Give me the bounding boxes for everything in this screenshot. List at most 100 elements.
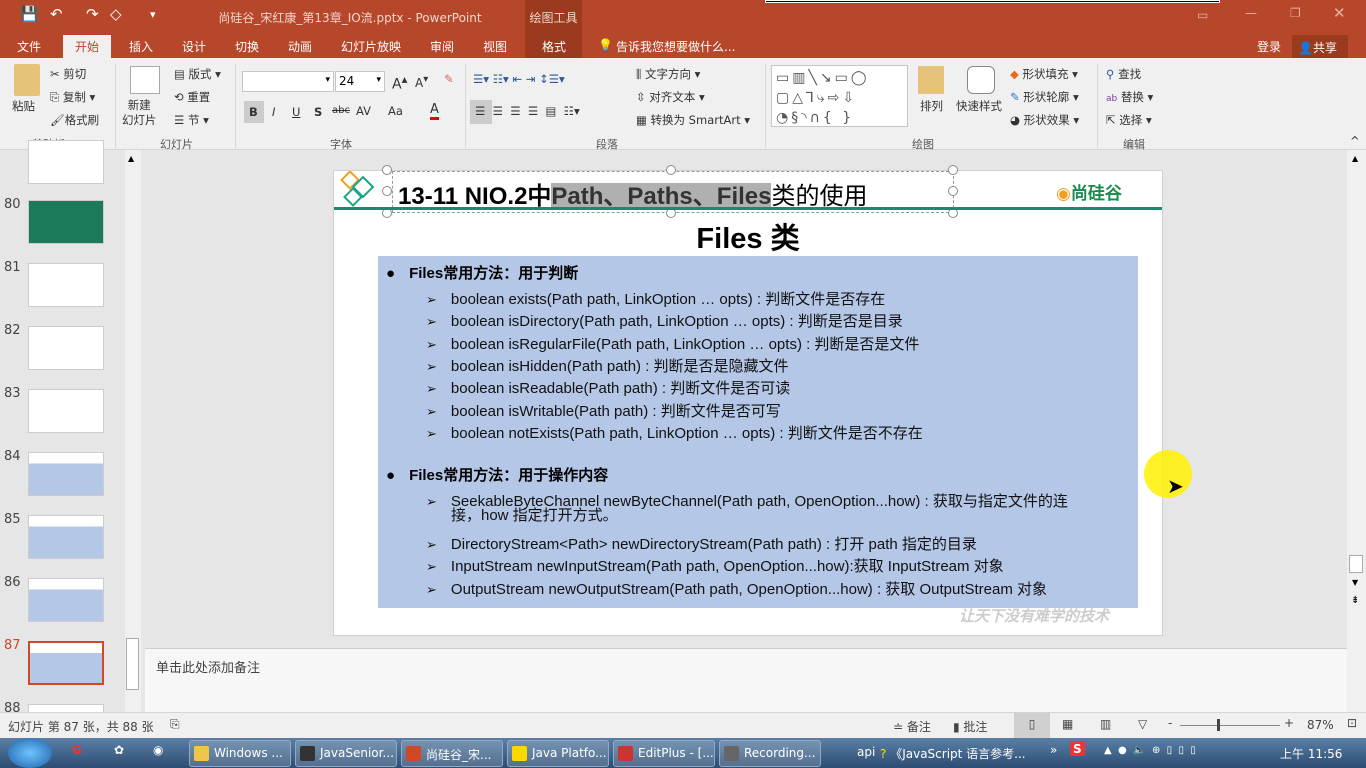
taskbar-item[interactable]: EditPlus - [...	[613, 740, 715, 767]
normal-view-button[interactable]: ▯	[1014, 713, 1050, 738]
slideshow-button[interactable]: ▽	[1138, 717, 1147, 731]
tab-view[interactable]: 视图	[479, 38, 511, 55]
shape-effects-button[interactable]: ◕ 形状效果 ▾	[1010, 112, 1079, 128]
shape-outline-button[interactable]: ✎ 形状轮廓 ▾	[1010, 89, 1079, 105]
new-slide-button[interactable]: 新建 幻灯片	[122, 98, 157, 128]
copy-button[interactable]: ⎘ 复制 ▾	[50, 89, 95, 105]
taskbar-item[interactable]: 尚硅谷_宋...	[401, 740, 503, 767]
ribbon-display-icon[interactable]: ▭	[1197, 8, 1208, 22]
taskbar-item[interactable]: Windows ...	[189, 740, 291, 767]
tab-home[interactable]: 开始	[63, 35, 112, 58]
scroll-down-icon[interactable]: ▼	[1352, 578, 1358, 587]
content-box[interactable]: ● Files常用方法：用于判断 ➢ boolean exists(Path path…	[378, 256, 1138, 608]
taskbar-item[interactable]: Recording...	[719, 740, 821, 767]
cut-button[interactable]: ✂ 剪切	[50, 66, 86, 82]
new-slide-icon[interactable]	[130, 66, 160, 94]
quick-styles-button[interactable]: 快速样式	[956, 98, 1002, 114]
resize-handle[interactable]	[666, 165, 676, 175]
font-size-dropdown[interactable]: 24 ▾	[335, 71, 385, 92]
slide-thumbnail[interactable]	[28, 140, 104, 184]
slide-thumbnail[interactable]	[28, 326, 104, 370]
align-text-button[interactable]: ⇳ 对齐文本 ▾	[636, 89, 705, 105]
overflow-icon[interactable]: »	[1050, 743, 1057, 757]
slide-thumbnail[interactable]	[28, 515, 104, 559]
smartart-button[interactable]: ▦ 转换为 SmartArt ▾	[636, 112, 750, 128]
reset-button[interactable]: ⟲ 重置	[174, 89, 210, 105]
replace-button[interactable]: ab 替换 ▾	[1106, 89, 1153, 105]
scroll-thumb[interactable]	[126, 638, 139, 690]
layout-button[interactable]: ▤ 版式 ▾	[174, 66, 221, 82]
slide-title[interactable]: 13-11 NIO.2中Path、Paths、Files类的使用	[398, 176, 867, 211]
shape-fill-button[interactable]: ◆ 形状填充 ▾	[1010, 66, 1078, 82]
pinned-app-icon[interactable]: G	[72, 743, 82, 757]
shapes-gallery[interactable]: ▭▥╲↘▭◯ ▢△⅂⤷⇨⇩ ◔§◝∩{ }	[771, 65, 908, 127]
tab-format[interactable]: 格式	[538, 38, 570, 55]
pinned-app-icon[interactable]: ✿	[114, 743, 124, 757]
comments-toggle[interactable]: ▮ 批注	[953, 718, 987, 735]
resize-handle[interactable]	[948, 165, 958, 175]
underline-button[interactable]: U	[292, 105, 300, 119]
shrink-font-icon[interactable]: A▾	[415, 74, 428, 90]
align-icons[interactable]: ☰ ☰ ☰ ☰ ▤ ☷▾	[475, 104, 580, 118]
ime-icon[interactable]: S	[1070, 742, 1085, 756]
zoom-in-button[interactable]: +	[1284, 716, 1294, 730]
tab-animations[interactable]: 动画	[284, 38, 316, 55]
zoom-level[interactable]: 87%	[1307, 718, 1334, 732]
chrome-icon[interactable]: ◉	[153, 743, 163, 757]
font-color-button[interactable]: A	[430, 102, 439, 120]
bold-button[interactable]: B	[244, 101, 264, 123]
slide-thumbnail[interactable]	[28, 452, 104, 496]
vertical-scrollbar[interactable]: ▲ ▼ ⇟	[1347, 150, 1366, 712]
reading-view-button[interactable]: ▥	[1100, 717, 1111, 731]
shadow-button[interactable]: S	[314, 105, 322, 119]
next-slide-icon[interactable]: ⇟	[1351, 595, 1359, 606]
zoom-slider[interactable]	[1180, 725, 1280, 726]
thumbnail-scrollbar[interactable]: ▲	[125, 150, 141, 712]
arrange-icon[interactable]	[918, 66, 944, 94]
tray-expand-icon[interactable]: ▲ ● 🔈 ⊕ ▯ ▯ ▯	[1104, 745, 1196, 756]
login-link[interactable]: 登录	[1253, 38, 1285, 55]
section-button[interactable]: ☰ 节 ▾	[174, 112, 209, 128]
paste-button[interactable]: 粘贴	[12, 98, 35, 114]
taskbar-item[interactable]: Java Platfo...	[507, 740, 609, 767]
taskbar-item[interactable]: JavaSenior...	[295, 740, 397, 767]
scroll-up-icon[interactable]: ▲	[128, 154, 134, 163]
zoom-out-button[interactable]: -	[1168, 716, 1172, 730]
spellcheck-icon[interactable]: ⎘	[170, 717, 180, 732]
scroll-thumb[interactable]	[1349, 555, 1363, 573]
taskbar-item-api[interactable]: api	[857, 745, 875, 759]
tab-review[interactable]: 审阅	[426, 38, 458, 55]
font-name-dropdown[interactable]: ▾	[242, 71, 334, 92]
tab-file[interactable]: 文件	[13, 38, 45, 55]
resize-handle[interactable]	[382, 186, 392, 196]
notes-pane[interactable]: 单击此处添加备注	[145, 648, 1347, 712]
scroll-up-icon[interactable]: ▲	[1352, 154, 1358, 163]
slide-thumbnail[interactable]	[28, 263, 104, 307]
tab-design[interactable]: 设计	[178, 38, 210, 55]
char-spacing-button[interactable]: AV	[356, 104, 371, 118]
clock[interactable]: 上午 11:56	[1280, 745, 1342, 762]
fit-slide-icon[interactable]: ⊡	[1347, 716, 1357, 730]
taskbar-item-js[interactable]: ? 《JavaScript 语言参考...	[880, 745, 1026, 762]
tell-me-search[interactable]: 告诉我您想要做什么...	[612, 38, 739, 55]
collapse-ribbon-icon[interactable]: ^	[1350, 134, 1360, 148]
paste-icon[interactable]	[14, 64, 40, 96]
arrange-button[interactable]: 排列	[920, 98, 943, 114]
start-button[interactable]	[8, 738, 52, 768]
minimize-icon[interactable]: —	[1245, 6, 1257, 20]
find-button[interactable]: ⚲ 查找	[1106, 66, 1141, 82]
resize-handle[interactable]	[948, 186, 958, 196]
grow-font-icon[interactable]: A▴	[392, 72, 407, 93]
select-button[interactable]: ⇱ 选择 ▾	[1106, 112, 1152, 128]
close-icon[interactable]: ✕	[1333, 4, 1346, 22]
notes-toggle[interactable]: ≐ 备注	[893, 718, 931, 735]
quick-styles-icon[interactable]	[967, 66, 995, 94]
slide-thumbnail[interactable]	[28, 578, 104, 622]
slide-thumbnail[interactable]	[28, 389, 104, 433]
slide-thumbnail[interactable]	[28, 641, 104, 685]
slide-thumbnail[interactable]	[28, 200, 104, 244]
restore-icon[interactable]: ❐	[1290, 6, 1301, 20]
italic-button[interactable]: I	[272, 105, 275, 119]
tab-slideshow[interactable]: 幻灯片放映	[337, 38, 405, 55]
resize-handle[interactable]	[382, 165, 392, 175]
